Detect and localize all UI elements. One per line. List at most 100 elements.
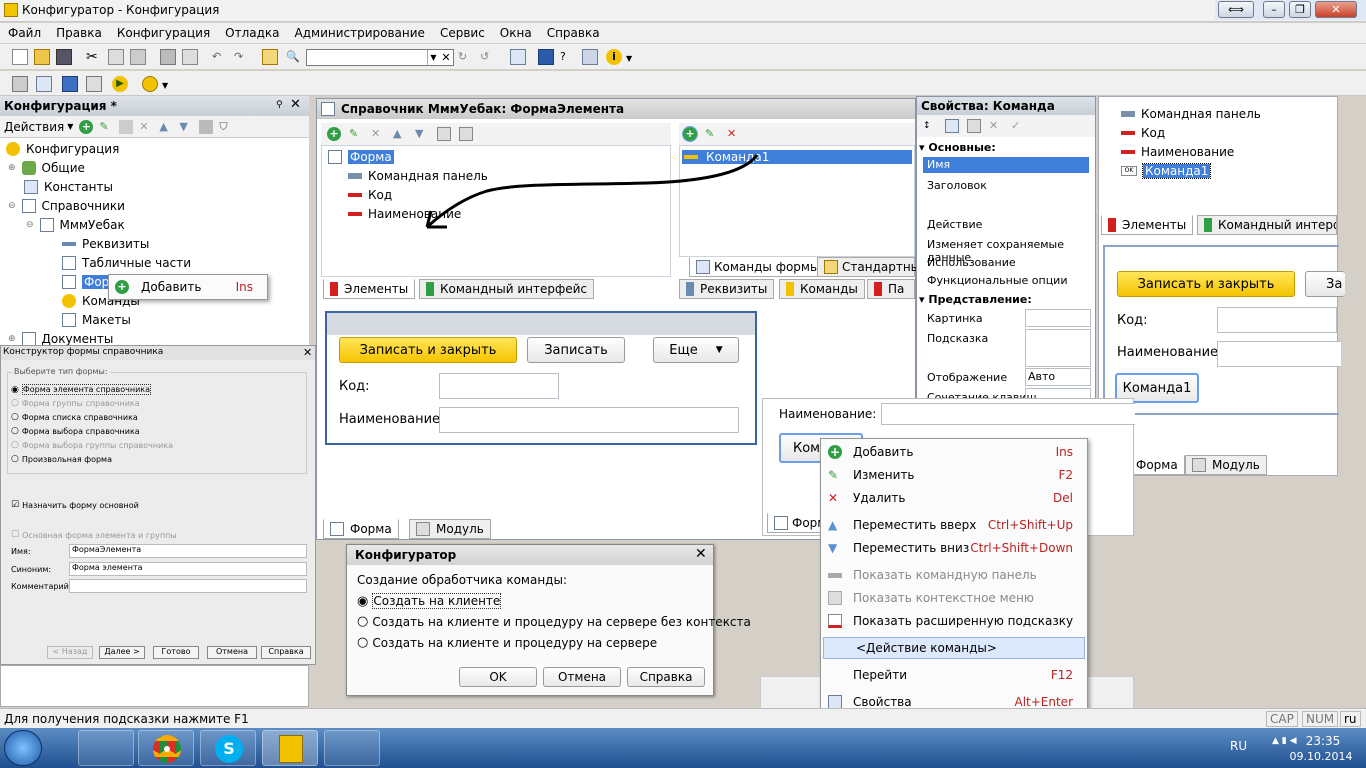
cut-icon[interactable]: ✂: [86, 49, 102, 65]
menu-file[interactable]: Файл: [8, 23, 41, 43]
close-icon[interactable]: ✕: [695, 546, 707, 562]
maximize-button[interactable]: ❐: [1289, 1, 1311, 18]
move-down-icon[interactable]: ▼: [179, 120, 193, 134]
right-tab-form[interactable]: Форма: [1129, 455, 1185, 475]
right-item-command-panel[interactable]: Командная панель: [1121, 107, 1261, 121]
find-next-icon[interactable]: ↻: [458, 49, 474, 65]
new-icon[interactable]: [12, 49, 28, 65]
right-item-command1[interactable]: OK Команда1: [1121, 163, 1212, 179]
ctx-move-up[interactable]: ▲ Переместить вверх Ctrl+Shift+Up: [821, 514, 1087, 536]
tooltip-input[interactable]: [1025, 329, 1091, 367]
right-tab-command-interface[interactable]: Командный интерфейс: [1197, 215, 1337, 235]
close-window-button[interactable]: ✕: [1315, 1, 1357, 18]
tab-form-commands[interactable]: Команды формы: [689, 257, 827, 277]
taskbar-skype-icon[interactable]: S: [200, 730, 256, 766]
form-type-option[interactable]: ○ Форма списка справочника: [11, 412, 138, 422]
menu-debug[interactable]: Отладка: [225, 23, 279, 43]
right-save-and-close-button[interactable]: Записать и закрыть: [1117, 271, 1295, 297]
option-client[interactable]: ◉ Создать на клиенте: [357, 593, 502, 609]
tray-language[interactable]: RU: [1230, 739, 1247, 753]
tree-item-catalog-mmm[interactable]: ⊖ МммУебак: [26, 218, 125, 232]
ctx-command-action[interactable]: <Действие команды>: [823, 637, 1085, 659]
right-item-name[interactable]: Наименование: [1121, 145, 1234, 159]
tray-icons[interactable]: ▲ ▮ ◀: [1272, 736, 1297, 746]
info-icon[interactable]: i: [606, 49, 622, 65]
collapse-icon[interactable]: ⊖: [8, 201, 16, 211]
ok-button[interactable]: OK: [459, 667, 537, 687]
help-button[interactable]: Справка: [261, 646, 311, 659]
minimize-button[interactable]: –: [1263, 1, 1285, 18]
close-icon[interactable]: ✕: [303, 346, 312, 359]
tab-commands[interactable]: Команды: [779, 279, 865, 299]
pin-icon[interactable]: ⚲: [276, 100, 283, 110]
tree-item-templates[interactable]: Макеты: [62, 313, 131, 327]
finish-button[interactable]: Готово: [153, 646, 199, 659]
add-icon[interactable]: +: [79, 119, 94, 134]
help-topics-icon[interactable]: ?: [560, 49, 576, 65]
taskbar-1c-icon[interactable]: [262, 730, 318, 766]
next-button[interactable]: Далее >: [99, 646, 145, 659]
search-clear-icon[interactable]: ✕: [440, 50, 452, 65]
redo-icon[interactable]: ↷: [234, 49, 250, 65]
back-window-restore-icon[interactable]: ⟺: [1218, 1, 1254, 18]
open-icon[interactable]: [34, 49, 50, 65]
taskbar-computer-icon[interactable]: [78, 730, 134, 766]
form-type-option[interactable]: ○ Форма выбора справочника: [11, 426, 140, 436]
tree-item-common[interactable]: ⊕ Общие: [8, 161, 85, 175]
comment-input[interactable]: [69, 579, 307, 593]
close-panel-icon[interactable]: ✕: [290, 97, 301, 112]
right-name-input[interactable]: [1217, 341, 1341, 367]
actions-dropdown-icon[interactable]: ▼: [67, 122, 73, 131]
search-input[interactable]: ▼ ✕: [306, 49, 454, 66]
undo-icon[interactable]: ↶: [212, 49, 228, 65]
tab-attributes[interactable]: Реквизиты: [679, 279, 775, 299]
mid-name-input[interactable]: [881, 403, 1135, 425]
ctx-go-to[interactable]: Перейти F12: [821, 664, 1087, 686]
find-prev-icon[interactable]: ↺: [480, 49, 496, 65]
help-button[interactable]: Справка: [627, 667, 705, 687]
menu-configuration[interactable]: Конфигурация: [117, 23, 210, 43]
ctx-add[interactable]: + Добавить Ins: [821, 441, 1087, 463]
expand-icon[interactable]: ⊕: [8, 334, 16, 344]
tree-item-constants[interactable]: Константы: [24, 180, 113, 194]
start-dropdown-icon[interactable]: ▼: [162, 81, 168, 90]
tray-time[interactable]: 23:35: [1300, 734, 1346, 748]
tree-item-configuration[interactable]: Конфигурация: [6, 142, 119, 156]
cancel-button[interactable]: Отмена: [543, 667, 621, 687]
save-icon[interactable]: [56, 49, 72, 65]
display-input[interactable]: Авто: [1025, 368, 1091, 386]
language-indicator[interactable]: ru: [1340, 711, 1361, 727]
cancel-button[interactable]: Отмена: [207, 646, 257, 659]
find-in-files-icon[interactable]: [262, 49, 278, 65]
form-type-option[interactable]: ○ Форма группы справочника: [11, 398, 140, 408]
tab-standard[interactable]: Стандартные: [817, 257, 928, 277]
main-element-group-checkbox[interactable]: ☐ Основная форма элемента и группы: [11, 530, 177, 540]
assistant-icon[interactable]: [538, 49, 554, 65]
help-index-icon[interactable]: [582, 49, 598, 65]
right-tab-module[interactable]: Модуль: [1185, 455, 1267, 475]
database-icon[interactable]: [62, 76, 78, 92]
option-client-server-no-context[interactable]: ○ Создать на клиенте и процедуру на серве…: [357, 614, 751, 629]
ctx-show-context-menu[interactable]: Показать контекстное меню: [821, 587, 1087, 609]
sort-icon[interactable]: ↕: [923, 119, 937, 133]
prop-name[interactable]: Имя: [923, 157, 1089, 173]
right-code-input[interactable]: [1217, 307, 1337, 333]
sort-icon[interactable]: [199, 119, 214, 134]
ctx-delete[interactable]: ✕ Удалить Del: [821, 487, 1087, 509]
form-type-option[interactable]: ○ Форма выбора группы справочника: [11, 440, 173, 450]
menu-help[interactable]: Справка: [547, 23, 600, 43]
taskbar-chrome-icon[interactable]: [138, 730, 194, 766]
start-enterprise-icon[interactable]: [142, 76, 158, 92]
windows-icon[interactable]: [510, 49, 526, 65]
move-up-icon[interactable]: ▲: [159, 120, 173, 134]
tray-date[interactable]: 09.10.2014: [1286, 750, 1356, 763]
copy-item-icon[interactable]: [119, 119, 134, 134]
copy-icon[interactable]: [108, 49, 124, 65]
config-window-icon[interactable]: [12, 76, 28, 92]
delete-icon[interactable]: ✕: [139, 120, 153, 134]
form-type-option[interactable]: ○ Произвольная форма: [11, 454, 112, 464]
tab-command-interface[interactable]: Командный интерфейс: [419, 279, 595, 299]
cancel-icon[interactable]: ✕: [989, 119, 1003, 133]
name-input[interactable]: [439, 407, 739, 433]
tab-parameters[interactable]: Па: [867, 279, 915, 299]
